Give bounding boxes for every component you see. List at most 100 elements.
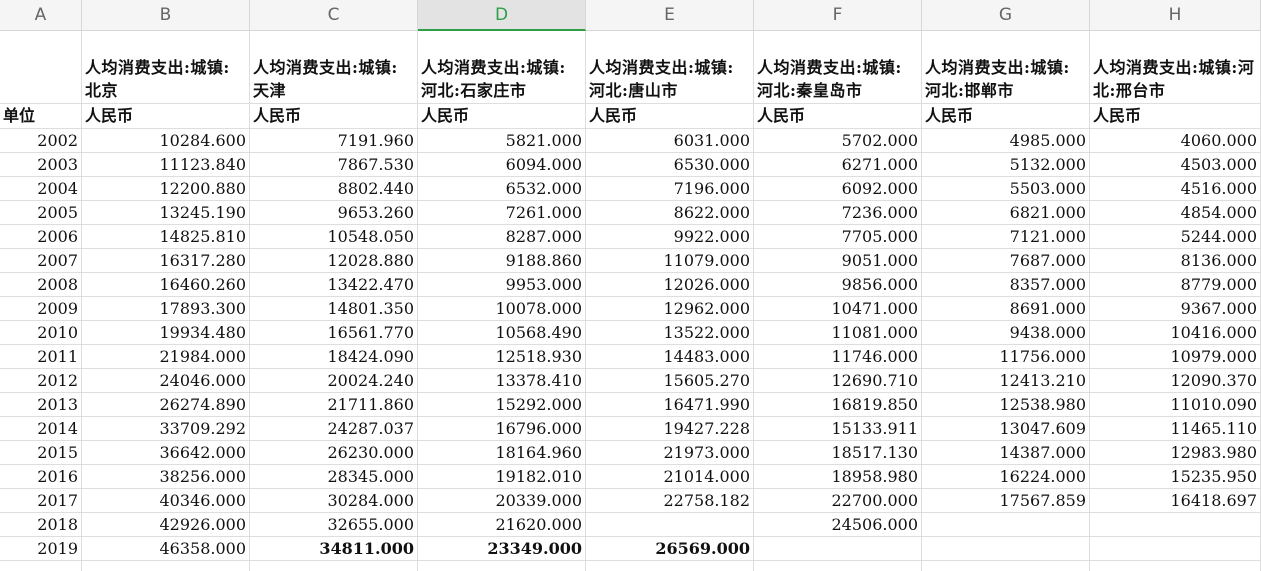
empty-cell[interactable] (754, 561, 922, 571)
data-cell[interactable]: 9438.000 (922, 321, 1090, 345)
empty-cell[interactable] (1090, 561, 1261, 571)
data-cell[interactable]: 10568.490 (418, 321, 586, 345)
data-cell[interactable]: 4516.000 (1090, 177, 1261, 201)
data-cell[interactable]: 17567.859 (922, 489, 1090, 513)
data-cell[interactable]: 11465.110 (1090, 417, 1261, 441)
data-cell[interactable]: 2019 (0, 537, 82, 561)
data-cell[interactable]: 16418.697 (1090, 489, 1261, 513)
data-cell[interactable]: 2018 (0, 513, 82, 537)
data-cell[interactable]: 14483.000 (586, 345, 754, 369)
data-cell[interactable]: 12028.880 (250, 249, 418, 273)
data-cell[interactable] (586, 513, 754, 537)
data-cell[interactable]: 7191.960 (250, 129, 418, 153)
data-cell[interactable]: 5702.000 (754, 129, 922, 153)
header-cell-e[interactable]: 人均消费支出:城镇:河北:唐山市 (586, 31, 754, 104)
data-cell[interactable]: 26569.000 (586, 537, 754, 561)
data-cell[interactable]: 9367.000 (1090, 297, 1261, 321)
data-cell[interactable]: 7867.530 (250, 153, 418, 177)
data-cell[interactable]: 17893.300 (82, 297, 250, 321)
data-cell[interactable]: 8779.000 (1090, 273, 1261, 297)
data-cell[interactable]: 12518.930 (418, 345, 586, 369)
data-cell[interactable]: 18958.980 (754, 465, 922, 489)
data-cell[interactable]: 16561.770 (250, 321, 418, 345)
data-cell[interactable] (922, 513, 1090, 537)
data-cell[interactable]: 13422.470 (250, 273, 418, 297)
data-cell[interactable]: 6530.000 (586, 153, 754, 177)
data-cell[interactable]: 2015 (0, 441, 82, 465)
data-cell[interactable]: 2013 (0, 393, 82, 417)
unit-cell-b[interactable]: 人民币 (82, 104, 250, 129)
data-cell[interactable]: 10548.050 (250, 225, 418, 249)
data-cell[interactable]: 7121.000 (922, 225, 1090, 249)
data-cell[interactable]: 2007 (0, 249, 82, 273)
empty-cell[interactable] (922, 561, 1090, 571)
column-header-e[interactable]: E (586, 0, 754, 31)
unit-cell-g[interactable]: 人民币 (922, 104, 1090, 129)
column-header-f[interactable]: F (754, 0, 922, 31)
data-cell[interactable]: 7261.000 (418, 201, 586, 225)
data-cell[interactable]: 15235.950 (1090, 465, 1261, 489)
data-cell[interactable]: 2004 (0, 177, 82, 201)
header-cell-b[interactable]: 人均消费支出:城镇:北京 (82, 31, 250, 104)
unit-cell-a[interactable]: 单位 (0, 104, 82, 129)
data-cell[interactable]: 42926.000 (82, 513, 250, 537)
data-cell[interactable]: 11756.000 (922, 345, 1090, 369)
data-cell[interactable]: 18164.960 (418, 441, 586, 465)
unit-cell-c[interactable]: 人民币 (250, 104, 418, 129)
data-cell[interactable]: 12090.370 (1090, 369, 1261, 393)
data-cell[interactable]: 16819.850 (754, 393, 922, 417)
data-cell[interactable]: 18517.130 (754, 441, 922, 465)
data-cell[interactable]: 5503.000 (922, 177, 1090, 201)
data-cell[interactable]: 19934.480 (82, 321, 250, 345)
data-cell[interactable]: 4985.000 (922, 129, 1090, 153)
data-cell[interactable]: 6532.000 (418, 177, 586, 201)
data-cell[interactable]: 12690.710 (754, 369, 922, 393)
data-cell[interactable]: 15292.000 (418, 393, 586, 417)
data-cell[interactable]: 4060.000 (1090, 129, 1261, 153)
data-cell[interactable]: 12538.980 (922, 393, 1090, 417)
data-cell[interactable]: 24046.000 (82, 369, 250, 393)
data-cell[interactable]: 2009 (0, 297, 82, 321)
data-cell[interactable]: 2002 (0, 129, 82, 153)
unit-cell-e[interactable]: 人民币 (586, 104, 754, 129)
data-cell[interactable]: 28345.000 (250, 465, 418, 489)
data-cell[interactable]: 19182.010 (418, 465, 586, 489)
data-cell[interactable]: 16796.000 (418, 417, 586, 441)
header-cell-d[interactable]: 人均消费支出:城镇:河北:石家庄市 (418, 31, 586, 104)
data-cell[interactable]: 14387.000 (922, 441, 1090, 465)
data-cell[interactable]: 22700.000 (754, 489, 922, 513)
data-cell[interactable]: 6271.000 (754, 153, 922, 177)
data-cell[interactable] (754, 537, 922, 561)
unit-cell-d[interactable]: 人民币 (418, 104, 586, 129)
data-cell[interactable]: 34811.000 (250, 537, 418, 561)
column-header-c[interactable]: C (250, 0, 418, 31)
data-cell[interactable]: 10416.000 (1090, 321, 1261, 345)
data-cell[interactable]: 2014 (0, 417, 82, 441)
empty-cell[interactable] (82, 561, 250, 571)
header-cell-h[interactable]: 人均消费支出:城镇:河北:邢台市 (1090, 31, 1261, 104)
data-cell[interactable]: 2012 (0, 369, 82, 393)
data-cell[interactable]: 23349.000 (418, 537, 586, 561)
data-cell[interactable]: 24506.000 (754, 513, 922, 537)
data-cell[interactable]: 13522.000 (586, 321, 754, 345)
data-cell[interactable]: 2006 (0, 225, 82, 249)
data-cell[interactable]: 8622.000 (586, 201, 754, 225)
data-cell[interactable]: 24287.037 (250, 417, 418, 441)
data-cell[interactable]: 8357.000 (922, 273, 1090, 297)
data-cell[interactable] (1090, 513, 1261, 537)
data-cell[interactable]: 26230.000 (250, 441, 418, 465)
data-cell[interactable]: 11123.840 (82, 153, 250, 177)
empty-cell[interactable] (418, 561, 586, 571)
data-cell[interactable]: 21014.000 (586, 465, 754, 489)
data-cell[interactable]: 7705.000 (754, 225, 922, 249)
data-cell[interactable]: 32655.000 (250, 513, 418, 537)
empty-cell[interactable] (586, 561, 754, 571)
data-cell[interactable]: 16460.260 (82, 273, 250, 297)
data-cell[interactable]: 12413.210 (922, 369, 1090, 393)
data-cell[interactable]: 8691.000 (922, 297, 1090, 321)
data-cell[interactable]: 10078.000 (418, 297, 586, 321)
data-cell[interactable]: 6821.000 (922, 201, 1090, 225)
data-cell[interactable]: 9922.000 (586, 225, 754, 249)
column-header-h[interactable]: H (1090, 0, 1261, 31)
unit-cell-h[interactable]: 人民币 (1090, 104, 1261, 129)
